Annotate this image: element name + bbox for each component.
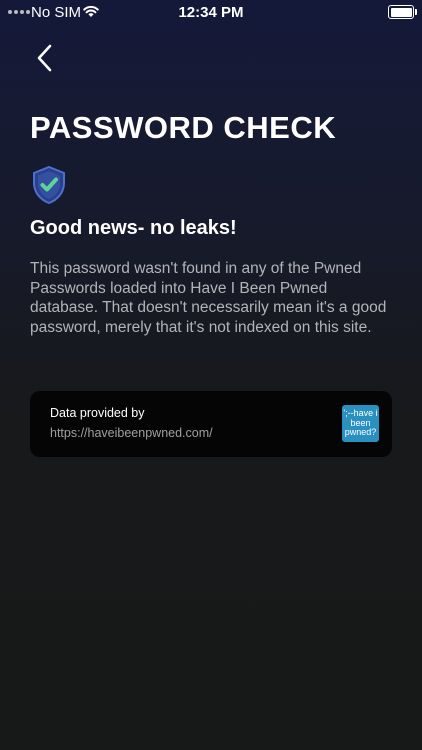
- clock: 12:34 PM: [178, 4, 244, 21]
- battery-icon: [388, 5, 417, 19]
- back-button[interactable]: [30, 40, 64, 76]
- attribution-url[interactable]: https://haveibeenpwned.com/: [50, 426, 213, 440]
- result-headline: Good news- no leaks!: [30, 217, 237, 239]
- result-description: This password wasn't found in any of the…: [30, 260, 387, 336]
- hibp-logo[interactable]: ';--have i been pwned?: [342, 405, 379, 442]
- shield-check-icon: [33, 165, 65, 205]
- attribution-card[interactable]: Data provided by https://haveibeenpwned.…: [30, 391, 392, 457]
- status-bar: No SIM 12:34 PM: [0, 0, 422, 24]
- page-title: PASSWORD CHECK: [30, 110, 337, 145]
- chevron-left-icon: [37, 44, 52, 72]
- attribution-label: Data provided by: [50, 406, 145, 420]
